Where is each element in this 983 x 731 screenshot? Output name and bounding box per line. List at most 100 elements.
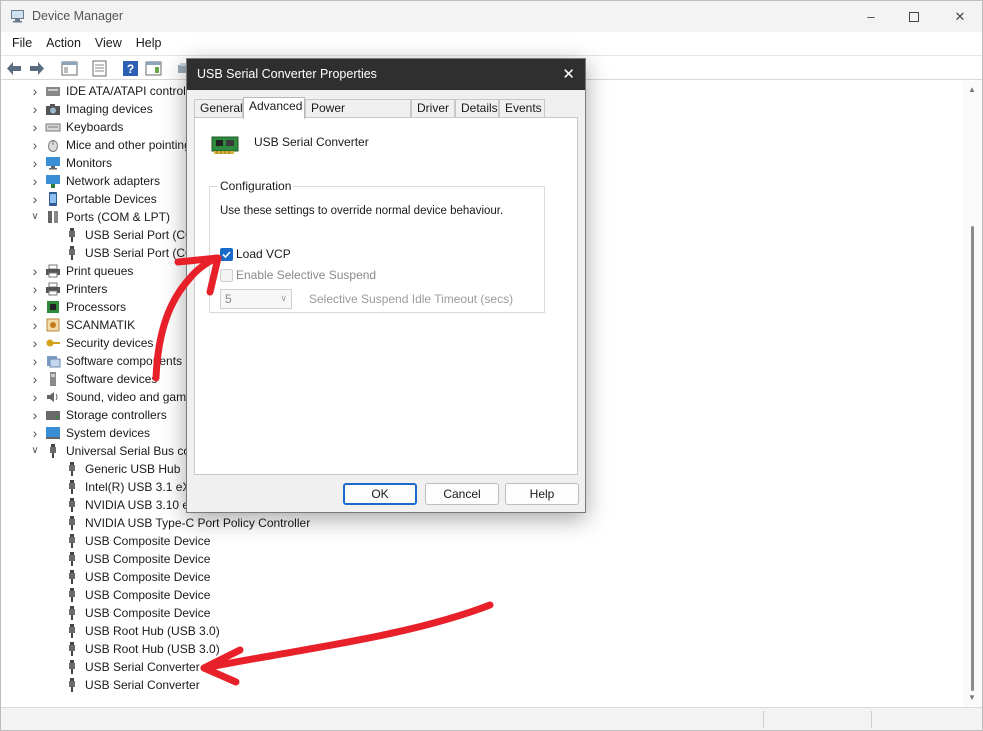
configuration-group: Configuration Use these settings to over… — [209, 179, 545, 313]
tree-item-label: Portable Devices — [66, 192, 157, 206]
tree-category[interactable]: › SCANMATIK — [33, 316, 135, 334]
storage-icon — [45, 408, 61, 422]
tree-item-label: IDE ATA/ATAPI controllers — [66, 84, 206, 98]
usb-plug-icon — [64, 480, 80, 494]
scroll-up-icon[interactable]: ▲ — [968, 85, 976, 94]
tree-device[interactable]: USB Serial Converter — [64, 658, 200, 676]
properties-icon[interactable] — [91, 60, 108, 77]
tree-item-label: Storage controllers — [66, 408, 167, 422]
chevron-right-icon[interactable]: › — [30, 84, 40, 98]
tab-details[interactable]: Details — [455, 99, 499, 118]
tree-category[interactable]: › Portable Devices — [33, 190, 157, 208]
tree-category[interactable]: › Keyboards — [33, 118, 124, 136]
help-icon[interactable]: ? — [122, 60, 139, 77]
maximize-button[interactable] — [891, 1, 937, 32]
usb-plug-icon — [64, 246, 80, 260]
tab-advanced[interactable]: Advanced — [243, 97, 305, 119]
tree-category[interactable]: › Security devices — [33, 334, 154, 352]
speaker-icon — [45, 390, 61, 404]
close-window-button[interactable]: ✕ — [937, 1, 983, 32]
tree-device[interactable]: USB Composite Device — [64, 568, 210, 586]
chevron-down-icon[interactable]: ∨ — [30, 446, 40, 456]
tree-device[interactable]: USB Composite Device — [64, 586, 210, 604]
menu-view[interactable]: View — [88, 36, 129, 50]
tree-device[interactable]: Generic USB Hub — [64, 460, 180, 478]
action-pane-icon[interactable] — [145, 60, 162, 77]
help-button[interactable]: Help — [505, 483, 579, 505]
printer-icon — [45, 264, 61, 278]
chevron-right-icon[interactable]: › — [30, 102, 40, 116]
minimize-button[interactable]: – — [848, 1, 894, 32]
back-arrow-icon[interactable] — [6, 60, 23, 77]
chevron-right-icon[interactable]: › — [30, 300, 40, 314]
chevron-right-icon[interactable]: › — [30, 174, 40, 188]
tree-device[interactable]: USB Serial Converter — [64, 676, 200, 694]
tree-category[interactable]: ∨ Ports (COM & LPT) — [31, 208, 170, 226]
tab-events[interactable]: Events — [499, 99, 545, 118]
idle-timeout-select[interactable]: 5 ∨ — [220, 289, 292, 309]
checkmark-icon — [222, 251, 231, 259]
console-tree-icon[interactable] — [61, 60, 78, 77]
tree-category[interactable]: › Print queues — [33, 262, 134, 280]
ok-button[interactable]: OK — [343, 483, 417, 505]
tree-device[interactable]: USB Composite Device — [64, 550, 210, 568]
tree-device[interactable]: USB Composite Device — [64, 604, 210, 622]
scrollbar-thumb[interactable] — [971, 226, 974, 691]
tree-item-label: Software devices — [66, 372, 158, 386]
configuration-description: Use these settings to override normal de… — [220, 205, 504, 217]
chevron-right-icon[interactable]: › — [30, 282, 40, 296]
usb-plug-icon — [64, 462, 80, 476]
chevron-down-icon[interactable]: ∨ — [30, 212, 40, 222]
tree-category[interactable]: › Network adapters — [33, 172, 160, 190]
tree-item-label: Monitors — [66, 156, 113, 170]
chevron-right-icon[interactable]: › — [30, 408, 40, 422]
tree-device[interactable]: USB Composite Device — [64, 532, 210, 550]
tree-category[interactable]: › System devices — [33, 424, 150, 442]
tree-category[interactable]: › Software devices — [33, 370, 158, 388]
chevron-right-icon[interactable]: › — [30, 120, 40, 134]
advanced-panel: USB Serial Converter Configuration Use t… — [194, 117, 578, 475]
menu-help[interactable]: Help — [129, 36, 169, 50]
forward-arrow-icon[interactable] — [28, 60, 45, 77]
chevron-right-icon[interactable]: › — [30, 264, 40, 278]
vertical-scrollbar[interactable]: ▲ ▼ — [963, 81, 982, 707]
tree-device[interactable]: USB Root Hub (USB 3.0) — [64, 622, 220, 640]
usb-plug-icon — [64, 516, 80, 530]
cancel-button[interactable]: Cancel — [425, 483, 499, 505]
menu-action[interactable]: Action — [39, 36, 88, 50]
tree-category[interactable]: › Imaging devices — [33, 100, 153, 118]
menu-file[interactable]: File — [5, 36, 39, 50]
window-title: Device Manager — [32, 9, 124, 23]
tree-category[interactable]: › IDE ATA/ATAPI controllers — [33, 82, 206, 100]
tree-item-label: USB Serial Converter — [85, 678, 200, 692]
tree-category[interactable]: › Software components — [33, 352, 182, 370]
chevron-right-icon[interactable]: › — [30, 138, 40, 152]
load-vcp-checkbox[interactable] — [220, 248, 233, 261]
chevron-right-icon[interactable]: › — [30, 354, 40, 368]
chevron-right-icon[interactable]: › — [30, 426, 40, 440]
chevron-right-icon[interactable]: › — [30, 192, 40, 206]
scroll-down-icon[interactable]: ▼ — [968, 693, 976, 702]
dialog-close-button[interactable]: ✕ — [562, 65, 575, 83]
chevron-right-icon[interactable]: › — [30, 372, 40, 386]
tree-item-label: USB Serial Converter — [85, 660, 200, 674]
chevron-right-icon[interactable]: › — [30, 318, 40, 332]
chevron-right-icon[interactable]: › — [30, 156, 40, 170]
chevron-right-icon[interactable]: › — [30, 390, 40, 404]
tab-driver[interactable]: Driver — [411, 99, 455, 118]
idle-timeout-value: 5 — [225, 292, 232, 306]
chevron-right-icon[interactable]: › — [30, 336, 40, 350]
tree-category[interactable]: › Processors — [33, 298, 126, 316]
port-icon — [45, 210, 61, 224]
selective-suspend-checkbox[interactable] — [220, 269, 233, 282]
minimize-icon: – — [867, 9, 875, 24]
idle-timeout-label: Selective Suspend Idle Timeout (secs) — [309, 292, 514, 306]
tab-general[interactable]: General — [194, 99, 243, 118]
tab-power-management[interactable]: Power Management — [305, 99, 411, 132]
tree-item-label: NVIDIA USB Type-C Port Policy Controller — [85, 516, 311, 530]
tree-category[interactable]: › Printers — [33, 280, 108, 298]
tree-category[interactable]: › Monitors — [33, 154, 113, 172]
tree-category[interactable]: › Storage controllers — [33, 406, 167, 424]
tree-device[interactable]: USB Root Hub (USB 3.0) — [64, 640, 220, 658]
tree-device[interactable]: NVIDIA USB Type-C Port Policy Controller — [64, 514, 310, 532]
